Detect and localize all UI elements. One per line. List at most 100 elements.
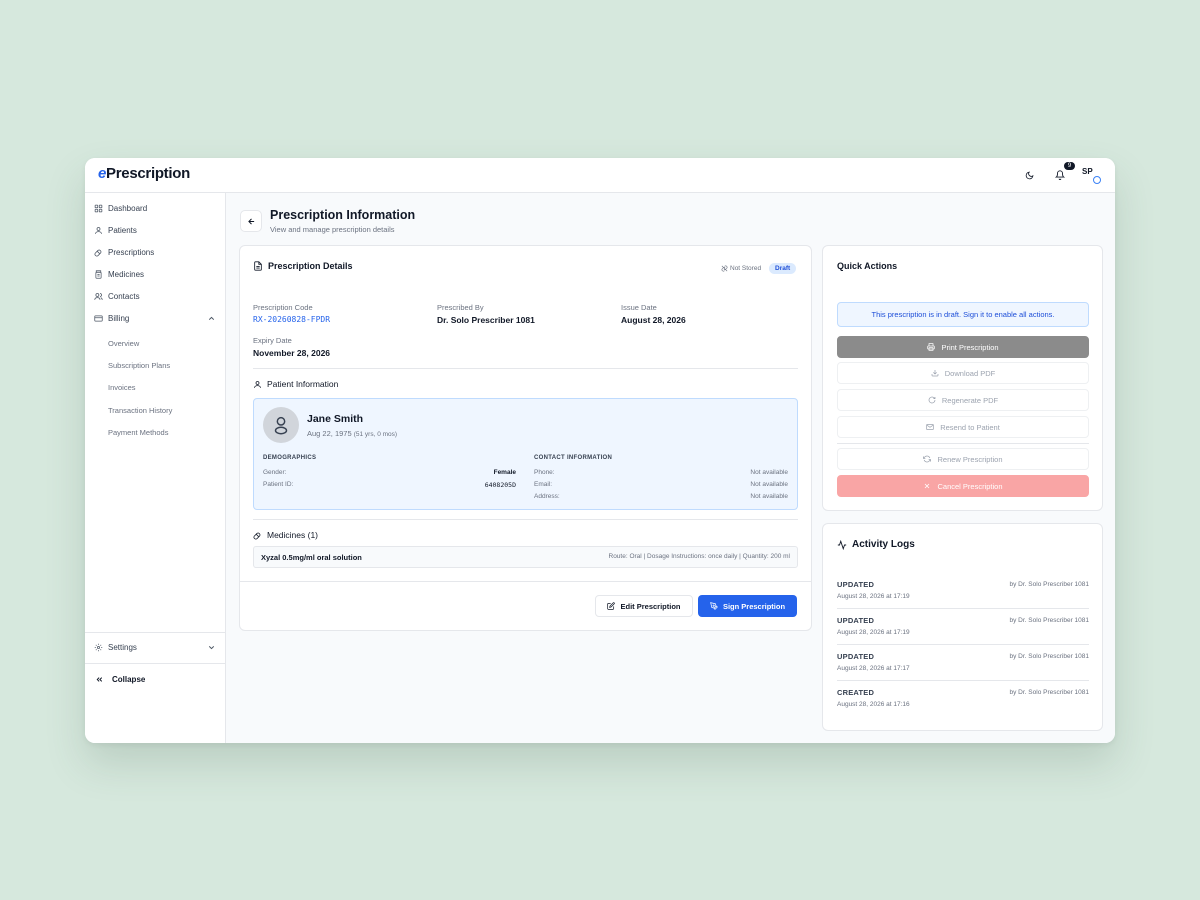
patient-name: Jane Smith xyxy=(307,413,364,425)
log-action: UPDATED xyxy=(837,616,875,625)
divider xyxy=(253,519,798,520)
renew-prescription-button[interactable]: Renew Prescription xyxy=(837,448,1089,470)
expiry-date-value: November 28, 2026 xyxy=(253,348,331,358)
card-title: Activity Logs xyxy=(837,539,915,550)
medicine-name: Xyzal 0.5mg/ml oral solution xyxy=(261,553,362,562)
collapse-label: Collapse xyxy=(112,674,146,684)
patient-id-label: Patient ID: xyxy=(263,481,294,488)
patient-info-heading: Patient Information xyxy=(253,379,338,389)
sidebar-item-label: Prescriptions xyxy=(108,247,155,257)
download-icon xyxy=(931,370,939,377)
code-label: Prescription Code xyxy=(253,303,313,312)
phone-value: Not available xyxy=(750,469,788,476)
user-avatar[interactable]: SP xyxy=(1082,167,1093,176)
divider xyxy=(85,663,226,664)
pill-icon xyxy=(94,249,102,256)
medicines-heading: Medicines (1) xyxy=(253,530,318,540)
billing-sub-overview[interactable]: Overview xyxy=(108,339,139,348)
divider xyxy=(85,632,226,633)
gear-icon xyxy=(94,643,103,651)
patient-id-value: 6408205D xyxy=(484,481,516,489)
mail-icon xyxy=(926,423,934,431)
card-icon xyxy=(94,315,103,321)
sidebar-item-label: Medicines xyxy=(108,269,145,279)
top-bar: ePrescription 9 SP xyxy=(85,158,1115,193)
divider xyxy=(837,608,1089,609)
expiry-date-label: Expiry Date xyxy=(253,336,292,345)
sidebar-item-label: Dashboard xyxy=(108,203,148,213)
phone-label: Phone: xyxy=(534,469,555,476)
divider xyxy=(837,680,1089,681)
sidebar-item-prescriptions[interactable]: Prescriptions xyxy=(94,244,154,260)
billing-sub-invoices[interactable]: Invoices xyxy=(108,383,136,392)
grid-icon xyxy=(94,204,103,212)
notification-badge: 9 xyxy=(1064,162,1075,170)
log-author: by Dr. Solo Prescriber 1081 xyxy=(1009,581,1089,588)
sidebar-item-medicines[interactable]: Medicines xyxy=(94,266,144,282)
edit-icon xyxy=(607,602,616,610)
log-timestamp: August 28, 2026 at 17:16 xyxy=(837,701,910,708)
print-prescription-button[interactable]: Print Prescription xyxy=(837,336,1089,358)
demographics-heading: DEMOGRAPHICS xyxy=(263,455,317,461)
divider xyxy=(240,581,811,582)
card-title: Prescription Details xyxy=(253,261,353,271)
app-logo[interactable]: ePrescription xyxy=(98,165,190,182)
status-indicator xyxy=(1093,176,1101,184)
sidebar-item-dashboard[interactable]: Dashboard xyxy=(94,200,147,216)
activity-icon xyxy=(837,539,847,550)
download-pdf-button[interactable]: Download PDF xyxy=(837,362,1089,384)
edit-prescription-button[interactable]: Edit Prescription xyxy=(595,595,693,617)
billing-sub-payment-methods[interactable]: Payment Methods xyxy=(108,428,168,437)
sidebar-item-settings[interactable]: Settings xyxy=(94,639,216,655)
storage-status: Not Stored xyxy=(721,265,761,272)
log-timestamp: August 28, 2026 at 17:17 xyxy=(837,665,910,672)
billing-sub-subscription-plans[interactable]: Subscription Plans xyxy=(108,361,170,370)
resend-to-patient-button[interactable]: Resend to Patient xyxy=(837,416,1089,438)
address-label: Address: xyxy=(534,493,560,500)
regenerate-pdf-button[interactable]: Regenerate PDF xyxy=(837,389,1089,411)
billing-sub-transaction-history[interactable]: Transaction History xyxy=(108,406,172,415)
sidebar-item-patients[interactable]: Patients xyxy=(94,222,137,238)
email-label: Email: xyxy=(534,481,553,488)
sidebar: Dashboard Patients Prescriptions Medicin… xyxy=(85,193,226,743)
user-icon xyxy=(274,416,288,435)
pill-icon xyxy=(253,532,261,539)
patient-card: Jane Smith Aug 22, 1975 (51 yrs, 0 mos) … xyxy=(253,398,798,510)
log-author: by Dr. Solo Prescriber 1081 xyxy=(1009,689,1089,696)
prescription-details-card: Prescription Details Not Stored Draft Pr… xyxy=(239,245,812,631)
divider xyxy=(253,368,798,369)
log-author: by Dr. Solo Prescriber 1081 xyxy=(1009,617,1089,624)
log-action: UPDATED xyxy=(837,580,875,589)
sign-prescription-button[interactable]: Sign Prescription xyxy=(698,595,797,617)
issue-date-value: August 28, 2026 xyxy=(621,315,686,325)
sidebar-item-label: Patients xyxy=(108,225,137,235)
bottle-icon xyxy=(95,269,102,279)
divider xyxy=(837,443,1089,444)
cancel-prescription-button[interactable]: Cancel Prescription xyxy=(837,475,1089,497)
patient-dob: Aug 22, 1975 (51 yrs, 0 mos) xyxy=(307,429,398,438)
sidebar-item-billing[interactable]: Billing xyxy=(94,310,216,326)
issue-date-label: Issue Date xyxy=(621,303,657,312)
chevron-down-icon xyxy=(208,645,215,649)
user-icon xyxy=(95,226,102,234)
page-subtitle: View and manage prescription details xyxy=(270,225,395,234)
list-item: Xyzal 0.5mg/ml oral solution Route: Oral… xyxy=(253,546,798,568)
app-window: ePrescription 9 SP Dashboard Patients Pr… xyxy=(85,158,1115,743)
close-icon xyxy=(925,483,930,489)
collapse-button[interactable]: Collapse xyxy=(95,671,145,687)
sidebar-item-contacts[interactable]: Contacts xyxy=(94,288,140,304)
refresh-icon xyxy=(928,396,936,404)
log-timestamp: August 28, 2026 at 17:19 xyxy=(837,629,910,636)
moon-icon[interactable] xyxy=(1021,167,1037,183)
prescription-code: RX-20260828-FPDR xyxy=(253,315,331,324)
divider xyxy=(837,644,1089,645)
signature-icon xyxy=(710,602,718,610)
log-action: CREATED xyxy=(837,688,875,697)
user-icon xyxy=(254,380,261,388)
log-author: by Dr. Solo Prescriber 1081 xyxy=(1009,653,1089,660)
contact-heading: CONTACT INFORMATION xyxy=(534,455,613,461)
address-value: Not available xyxy=(750,493,788,500)
draft-info-banner: This prescription is in draft. Sign it t… xyxy=(837,302,1089,327)
back-button[interactable] xyxy=(240,210,262,232)
gender-label: Gender: xyxy=(263,469,287,476)
